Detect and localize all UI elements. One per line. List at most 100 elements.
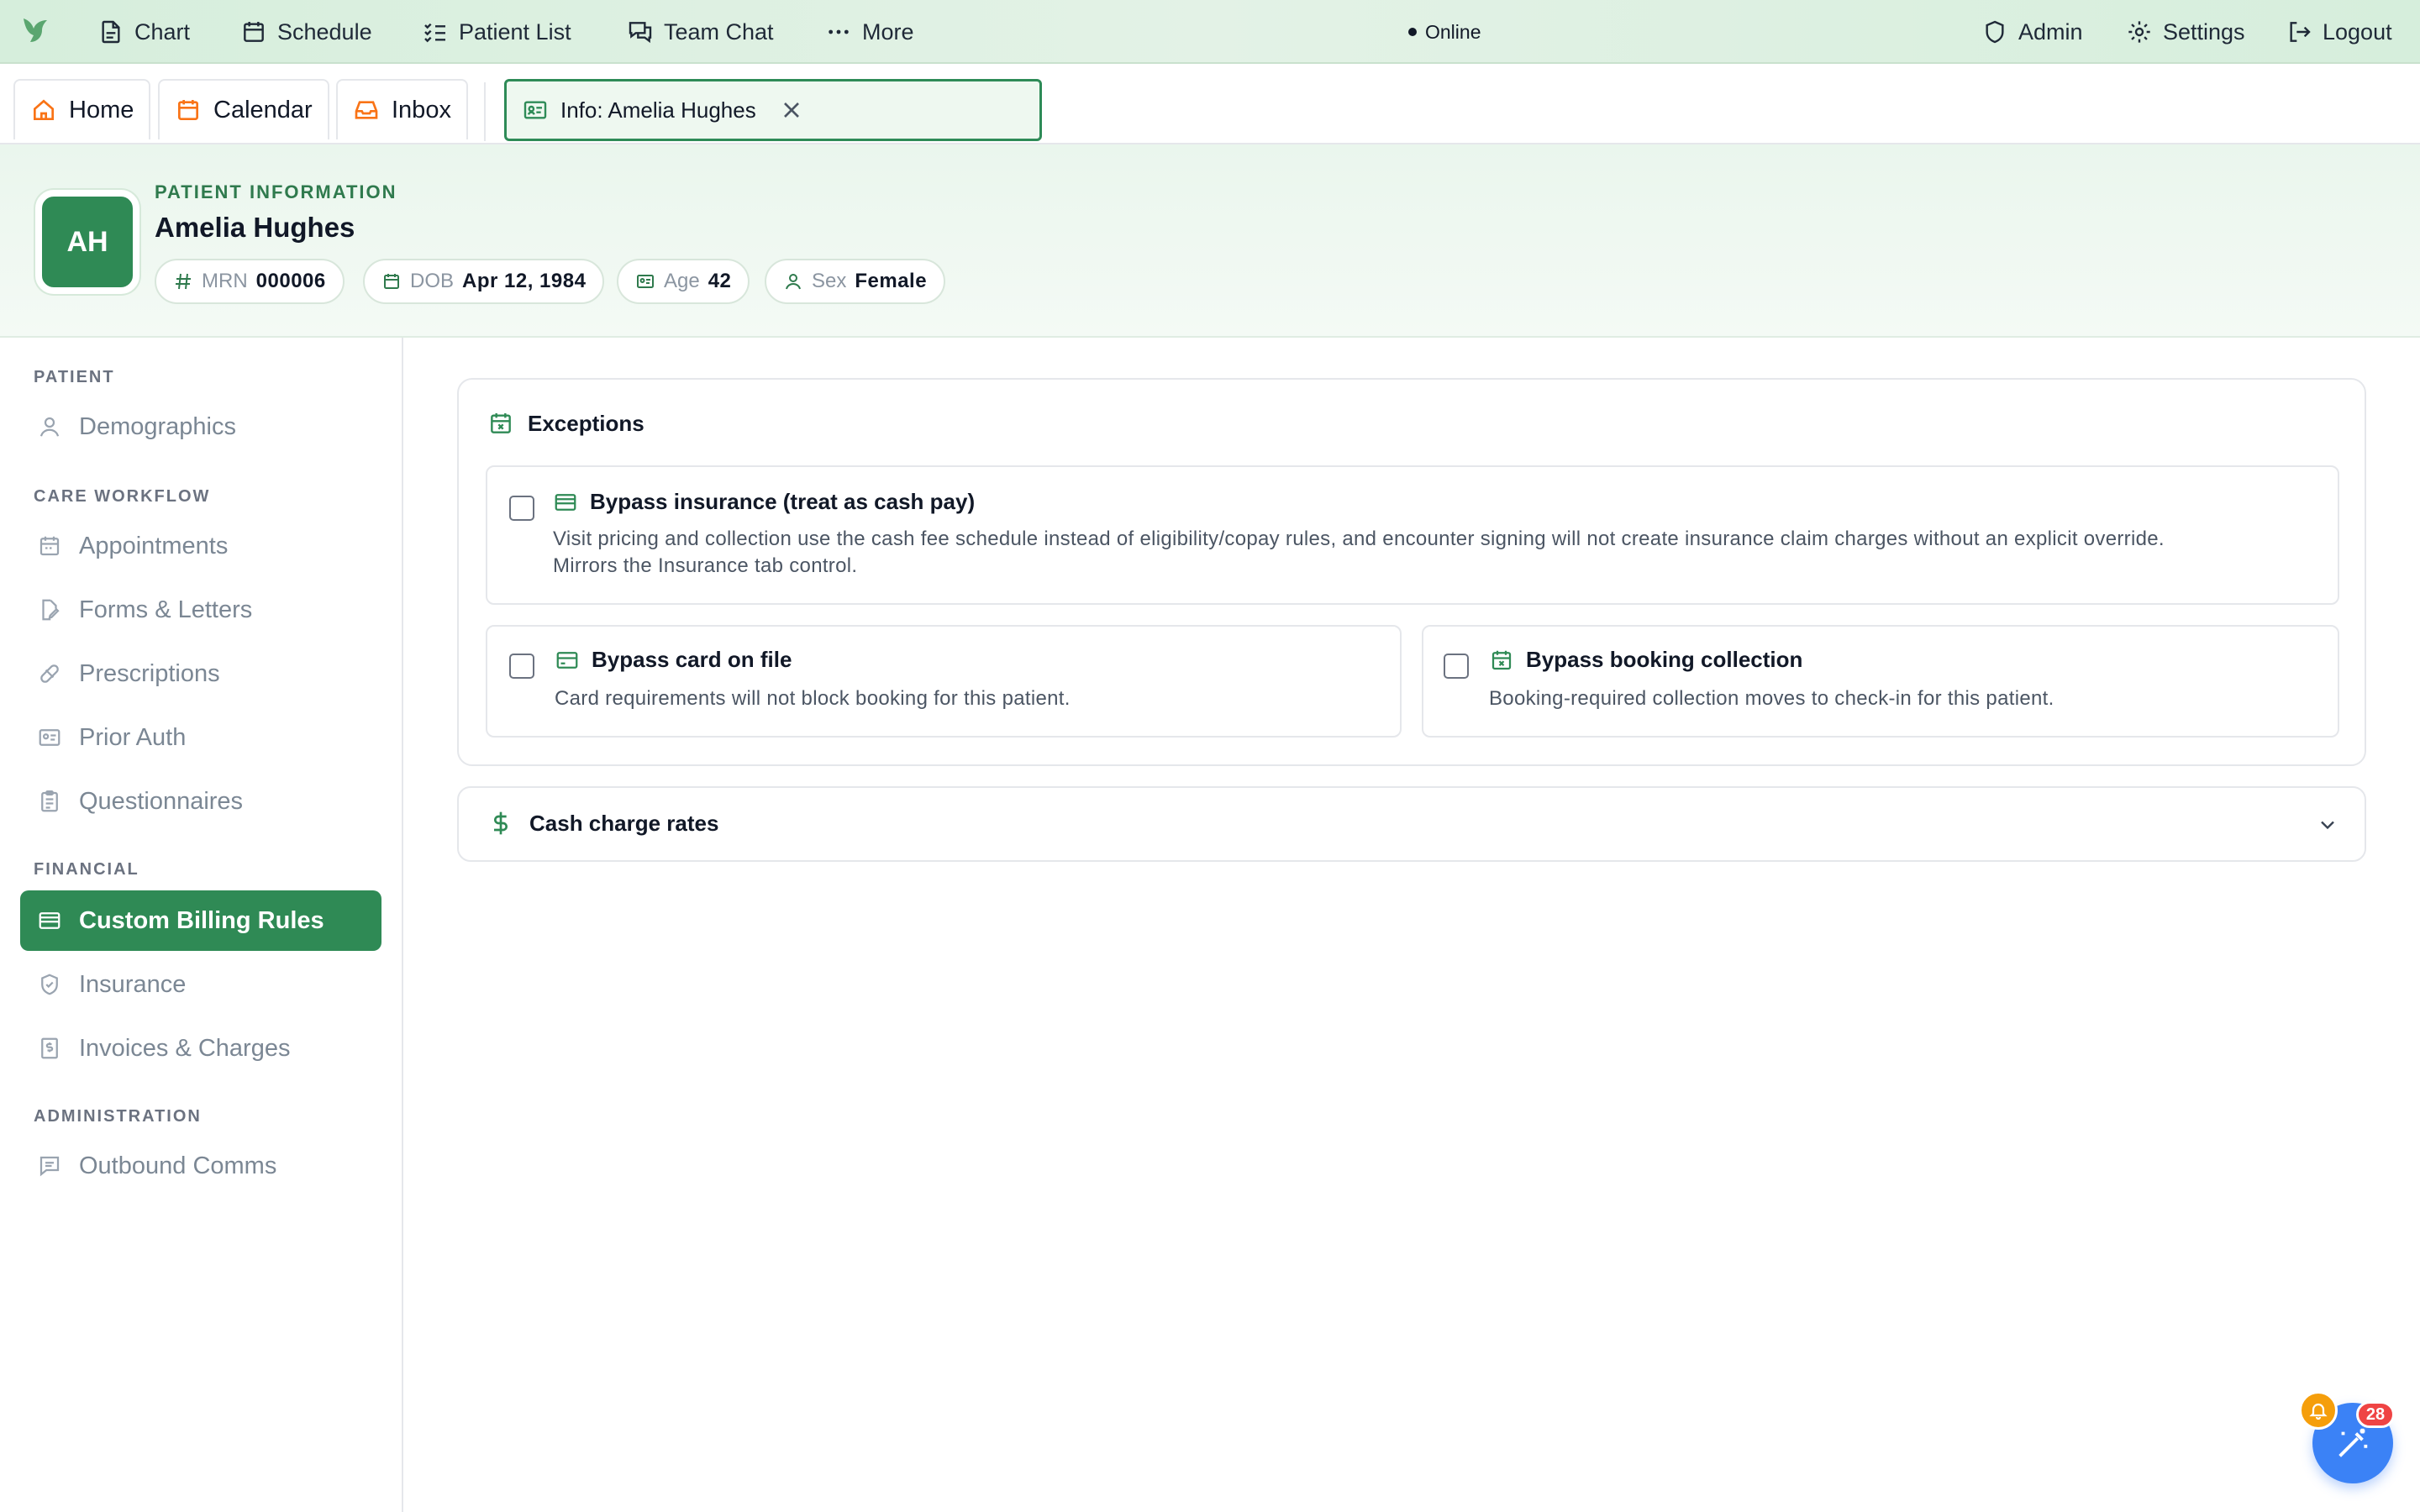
- chip-mrn-key: MRN: [202, 270, 248, 292]
- nav-more[interactable]: More: [825, 13, 914, 50]
- logout-icon: [2290, 22, 2311, 42]
- sidebar-item-label: Appointments: [79, 532, 229, 559]
- sidebar-item-demographics[interactable]: Demographics: [20, 396, 381, 457]
- bypass-booking-title-row: Bypass booking collection: [1489, 647, 1802, 673]
- nav-team-chat[interactable]: Team Chat: [627, 13, 774, 50]
- bypass-card-description: Card requirements will not block booking…: [555, 687, 1071, 710]
- nav-schedule[interactable]: Schedule: [240, 13, 372, 50]
- document-icon: [102, 20, 120, 44]
- sidebar-item-label: Demographics: [79, 412, 236, 440]
- notifications-button[interactable]: [2299, 1391, 2338, 1430]
- sidebar-item-invoices-charges[interactable]: Invoices & Charges: [20, 1018, 381, 1079]
- chip-sex-value: Female: [855, 270, 928, 292]
- sidebar-item-label: Invoices & Charges: [79, 1034, 291, 1062]
- sidebar-item-appointments[interactable]: Appointments: [20, 516, 381, 576]
- sidebar-item-custom-billing-rules[interactable]: Custom Billing Rules: [20, 890, 381, 951]
- magic-wand-icon: [2338, 1428, 2368, 1457]
- chip-age-value: 42: [708, 270, 732, 292]
- patient-header: AH PATIENT INFORMATION Amelia Hughes MRN…: [0, 144, 2420, 338]
- cash-charge-rates-title: Cash charge rates: [529, 810, 719, 836]
- close-icon[interactable]: [778, 97, 805, 123]
- shield-icon: [1986, 20, 2004, 44]
- sidebar-item-prior-auth[interactable]: Prior Auth: [20, 707, 381, 768]
- sidebar-item-label: Outbound Comms: [79, 1152, 277, 1179]
- gear-icon: [2128, 21, 2150, 43]
- bypass-insurance-title-row: Bypass insurance (treat as cash pay): [553, 489, 975, 515]
- nav-logout[interactable]: Logout: [2286, 13, 2392, 50]
- inbox-icon: [355, 101, 378, 119]
- connection-status: Online: [1408, 18, 1481, 45]
- sidebar-item-label: Prescriptions: [79, 659, 220, 687]
- status-label: Online: [1425, 20, 1481, 43]
- tab-home-label: Home: [69, 96, 134, 123]
- bypass-insurance-description: Visit pricing and collection use the cas…: [553, 526, 2317, 580]
- exceptions-title: Exceptions: [528, 410, 644, 436]
- calendar-x-icon: [491, 413, 511, 433]
- bypass-booking-description: Booking-required collection moves to che…: [1489, 687, 2054, 710]
- nav-admin[interactable]: Admin: [1981, 13, 2083, 50]
- chip-sex: Sex Female: [765, 259, 946, 304]
- user-icon: [39, 417, 60, 437]
- nav-chart[interactable]: Chart: [97, 13, 190, 50]
- sidebar-item-label: Prior Auth: [79, 723, 187, 751]
- nav-admin-label: Admin: [2018, 18, 2083, 45]
- chip-dob-key: DOB: [410, 270, 455, 292]
- nav-settings[interactable]: Settings: [2126, 13, 2245, 50]
- exceptions-card: Exceptions Bypass insurance (treat as ca…: [457, 378, 2366, 766]
- sidebar-item-label: Questionnaires: [79, 787, 244, 815]
- app-root: Chart Schedule Patient List Team Chat Mo…: [0, 0, 2420, 1512]
- cash-charge-rates-accordion[interactable]: Cash charge rates: [457, 786, 2366, 862]
- clipboard-icon: [41, 790, 58, 812]
- list-check-icon: [424, 23, 445, 43]
- tab-patient-info[interactable]: Info: Amelia Hughes: [504, 79, 1042, 141]
- tab-home[interactable]: Home: [13, 79, 151, 139]
- bypass-booking-checkbox[interactable]: [1444, 654, 1469, 679]
- bypass-card-checkbox[interactable]: [509, 654, 534, 679]
- avatar: AH: [35, 190, 139, 294]
- bypass-card-title-row: Bypass card on file: [555, 647, 792, 673]
- chip-mrn-value: 000006: [255, 270, 326, 292]
- chip-mrn: MRN 000006: [155, 259, 345, 304]
- nav-patient-list-label: Patient List: [459, 18, 571, 45]
- message-icon: [39, 1156, 60, 1177]
- tab-patient-info-label: Info: Amelia Hughes: [560, 97, 756, 123]
- tab-inbox-label: Inbox: [392, 96, 451, 123]
- wallet-icon: [555, 493, 576, 511]
- sidebar: PATIENT Demographics CARE WORKFLOW Appoi…: [0, 338, 403, 1512]
- option-bypass-insurance: Bypass insurance (treat as cash pay) Vis…: [486, 465, 2339, 605]
- nav-patient-list[interactable]: Patient List: [422, 13, 571, 50]
- sidebar-item-forms-letters[interactable]: Forms & Letters: [20, 580, 381, 640]
- cash-charge-rates-heading: Cash charge rates: [487, 810, 718, 837]
- option-bypass-card-on-file: Bypass card on file Card requirements wi…: [486, 625, 1402, 738]
- sidebar-item-label: Custom Billing Rules: [79, 906, 324, 934]
- chip-dob-value: Apr 12, 1984: [462, 270, 587, 292]
- chevron-down-icon[interactable]: [2316, 813, 2339, 837]
- credit-card-icon: [556, 651, 578, 669]
- exceptions-heading: Exceptions: [487, 410, 644, 437]
- bypass-card-title: Bypass card on file: [592, 647, 792, 672]
- tab-calendar-label: Calendar: [213, 96, 313, 123]
- sidebar-item-insurance[interactable]: Insurance: [20, 954, 381, 1015]
- status-dot: [1408, 28, 1417, 36]
- nav-settings-label: Settings: [2163, 18, 2245, 45]
- bypass-insurance-checkbox[interactable]: [509, 496, 534, 521]
- bypass-insurance-description-line1: Visit pricing and collection use the cas…: [553, 528, 2165, 550]
- file-edit-icon: [42, 599, 60, 621]
- notification-count-badge: 28: [2356, 1401, 2395, 1428]
- top-navigation-bar: Chart Schedule Patient List Team Chat Mo…: [0, 0, 2420, 64]
- calendar-icon: [178, 100, 198, 120]
- sidebar-item-questionnaires[interactable]: Questionnaires: [20, 771, 381, 832]
- sidebar-section-care-workflow: CARE WORKFLOW: [34, 487, 211, 506]
- patient-name: Amelia Hughes: [155, 212, 355, 243]
- nav-more-label: More: [862, 18, 914, 45]
- bird-logo-icon[interactable]: [18, 13, 52, 47]
- nav-team-chat-label: Team Chat: [664, 18, 774, 45]
- sidebar-item-prescriptions[interactable]: Prescriptions: [20, 643, 381, 704]
- tab-calendar[interactable]: Calendar: [158, 79, 329, 139]
- hash-icon: [176, 273, 191, 290]
- tab-inbox[interactable]: Inbox: [336, 79, 468, 139]
- option-bypass-booking-collection: Bypass booking collection Booking-requir…: [1422, 625, 2339, 738]
- id-card-icon: [637, 275, 654, 288]
- sidebar-item-outbound-comms[interactable]: Outbound Comms: [20, 1136, 381, 1196]
- wallet-icon: [39, 912, 60, 929]
